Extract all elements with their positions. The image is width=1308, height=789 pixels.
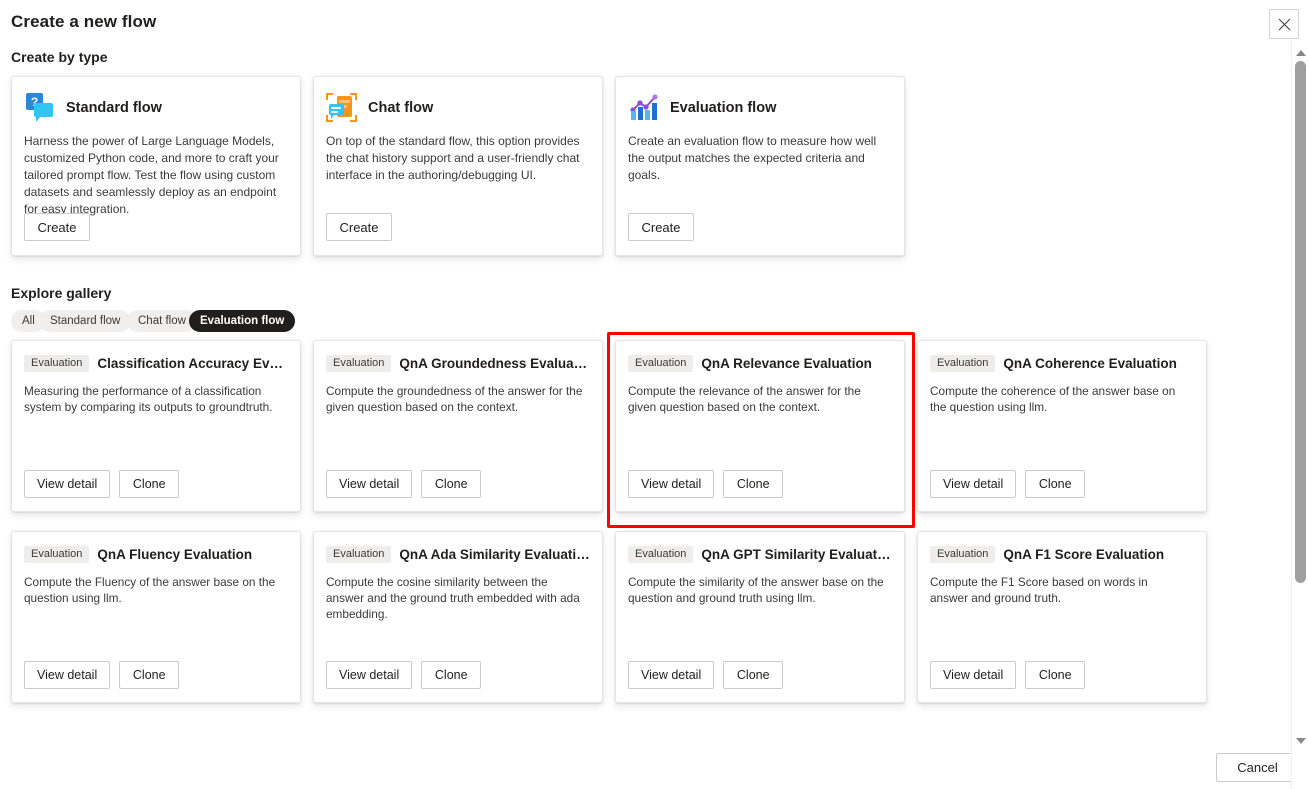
gallery-card-title: QnA Fluency Evaluation	[97, 547, 253, 562]
gallery-card-description: Compute the F1 Score based on words in a…	[930, 575, 1148, 605]
status-badge: Evaluation	[628, 355, 694, 372]
clone-button[interactable]: Clone	[723, 470, 784, 498]
gallery-card-actions: View detail Clone	[628, 470, 784, 498]
gallery-card-title: QnA Coherence Evaluation	[1003, 356, 1177, 371]
clone-button[interactable]: Clone	[421, 661, 482, 689]
gallery-card-title: QnA Ada Similarity Evaluation	[399, 547, 590, 562]
gallery-card-description: Compute the coherence of the answer base…	[930, 384, 1176, 414]
status-badge: Evaluation	[930, 355, 996, 372]
gallery-card-header: Evaluation QnA F1 Score Evaluation	[918, 532, 1206, 563]
gallery-card-actions: View detail Clone	[326, 470, 482, 498]
type-card-header: Evaluation flow	[616, 77, 904, 125]
type-card-header: ? Standard flow	[12, 77, 300, 125]
gallery-card-description: Measuring the performance of a classific…	[24, 384, 273, 414]
type-card-description: On top of the standard flow, this option…	[326, 134, 580, 182]
standard-flow-icon: ?	[24, 92, 56, 124]
close-icon[interactable]	[1269, 9, 1299, 39]
gallery-card-description: Compute the Fluency of the answer base o…	[24, 575, 276, 605]
type-card-evaluation-flow[interactable]: Evaluation flow Create an evaluation flo…	[615, 76, 905, 256]
gallery-card-description: Compute the groundedness of the answer f…	[326, 384, 583, 414]
type-card-description: Create an evaluation flow to measure how…	[628, 134, 877, 182]
create-flow-dialog: Create a new flow Create by type ? Stand…	[0, 0, 1308, 789]
gallery-card-header: Evaluation Classification Accuracy Evalu.…	[12, 341, 300, 372]
clone-button[interactable]: Clone	[1025, 470, 1086, 498]
view-detail-button[interactable]: View detail	[326, 470, 413, 498]
gallery-card-title: QnA Groundedness Evaluation	[399, 356, 590, 371]
type-card-header: Chat flow	[314, 77, 602, 125]
gallery-card-header: Evaluation QnA Groundedness Evaluation	[314, 341, 602, 372]
gallery-card[interactable]: Evaluation QnA Ada Similarity Evaluation C…	[313, 531, 603, 703]
evaluation-flow-icon	[628, 92, 660, 124]
type-card-description: Harness the power of Large Language Mode…	[24, 134, 279, 216]
clone-button[interactable]: Clone	[119, 661, 180, 689]
type-card-title: Standard flow	[66, 100, 162, 116]
view-detail-button[interactable]: View detail	[930, 661, 1017, 689]
gallery-card-description: Compute the cosine similarity between th…	[326, 575, 580, 621]
gallery-card[interactable]: Evaluation QnA GPT Similarity Evaluation C…	[615, 531, 905, 703]
vertical-scrollbar[interactable]	[1291, 40, 1308, 789]
status-badge: Evaluation	[326, 546, 392, 563]
gallery-card-title: QnA F1 Score Evaluation	[1003, 547, 1165, 562]
gallery-card-actions: View detail Clone	[326, 661, 482, 689]
gallery-card-header: Evaluation QnA Coherence Evaluation	[918, 341, 1206, 372]
gallery-card-header: Evaluation QnA GPT Similarity Evaluation	[616, 532, 904, 563]
gallery-card-header: Evaluation QnA Ada Similarity Evaluation	[314, 532, 602, 563]
gallery-card[interactable]: Evaluation QnA Fluency Evaluation Compute …	[11, 531, 301, 703]
create-standard-flow-button[interactable]: Create	[24, 213, 90, 241]
gallery-card[interactable]: Evaluation QnA Coherence Evaluation Comput…	[917, 340, 1207, 512]
gallery-card-actions: View detail Clone	[24, 661, 180, 689]
status-badge: Evaluation	[326, 355, 392, 372]
clone-button[interactable]: Clone	[1025, 661, 1086, 689]
gallery-card-actions: View detail Clone	[24, 470, 180, 498]
page-title: Create a new flow	[11, 12, 157, 31]
gallery-card[interactable]: Evaluation QnA Groundedness Evaluation Com…	[313, 340, 603, 512]
scroll-down-arrow-icon[interactable]	[1292, 732, 1308, 749]
gallery-card-actions: View detail Clone	[930, 470, 1086, 498]
gallery-card-header: Evaluation QnA Fluency Evaluation	[12, 532, 300, 563]
gallery-card-description: Compute the similarity of the answer bas…	[628, 575, 884, 605]
create-evaluation-flow-button[interactable]: Create	[628, 213, 694, 241]
view-detail-button[interactable]: View detail	[326, 661, 413, 689]
type-card-chat-flow[interactable]: Chat flow On top of the standard flow, t…	[313, 76, 603, 256]
cancel-button[interactable]: Cancel	[1216, 753, 1299, 782]
gallery-card-header: Evaluation QnA Relevance Evaluation	[616, 341, 904, 372]
gallery-card[interactable]: Evaluation QnA F1 Score Evaluation Compute…	[917, 531, 1207, 703]
gallery-card[interactable]: Evaluation QnA Relevance Evaluation Comput…	[615, 340, 905, 512]
type-card-standard-flow[interactable]: ? Standard flow Harness the power of Lar…	[11, 76, 301, 256]
filter-pill-chat-flow[interactable]: Chat flow	[127, 310, 197, 332]
status-badge: Evaluation	[930, 546, 996, 563]
gallery-card-title: QnA Relevance Evaluation	[701, 356, 872, 371]
type-card-title: Evaluation flow	[670, 100, 777, 116]
view-detail-button[interactable]: View detail	[24, 470, 111, 498]
clone-button[interactable]: Clone	[119, 470, 180, 498]
create-chat-flow-button[interactable]: Create	[326, 213, 392, 241]
chat-flow-icon	[326, 92, 358, 124]
view-detail-button[interactable]: View detail	[628, 470, 715, 498]
view-detail-button[interactable]: View detail	[24, 661, 111, 689]
view-detail-button[interactable]: View detail	[628, 661, 715, 689]
gallery-card-title: Classification Accuracy Evalu...	[97, 356, 288, 371]
gallery-card[interactable]: Evaluation Classification Accuracy Evalu.…	[11, 340, 301, 512]
gallery-card-actions: View detail Clone	[628, 661, 784, 689]
clone-button[interactable]: Clone	[421, 470, 482, 498]
status-badge: Evaluation	[628, 546, 694, 563]
view-detail-button[interactable]: View detail	[930, 470, 1017, 498]
status-badge: Evaluation	[24, 546, 90, 563]
gallery-card-title: QnA GPT Similarity Evaluation	[701, 547, 892, 562]
type-card-title: Chat flow	[368, 100, 434, 116]
filter-pill-standard-flow[interactable]: Standard flow	[39, 310, 132, 332]
gallery-card-actions: View detail Clone	[930, 661, 1086, 689]
create-by-type-heading: Create by type	[11, 49, 108, 65]
scrollbar-thumb[interactable]	[1295, 61, 1306, 583]
explore-gallery-heading: Explore gallery	[11, 285, 112, 301]
status-badge: Evaluation	[24, 355, 90, 372]
filter-pill-evaluation-flow[interactable]: Evaluation flow	[189, 310, 296, 332]
gallery-card-description: Compute the relevance of the answer for …	[628, 384, 861, 414]
clone-button[interactable]: Clone	[723, 661, 784, 689]
scroll-up-arrow-icon[interactable]	[1292, 44, 1308, 61]
